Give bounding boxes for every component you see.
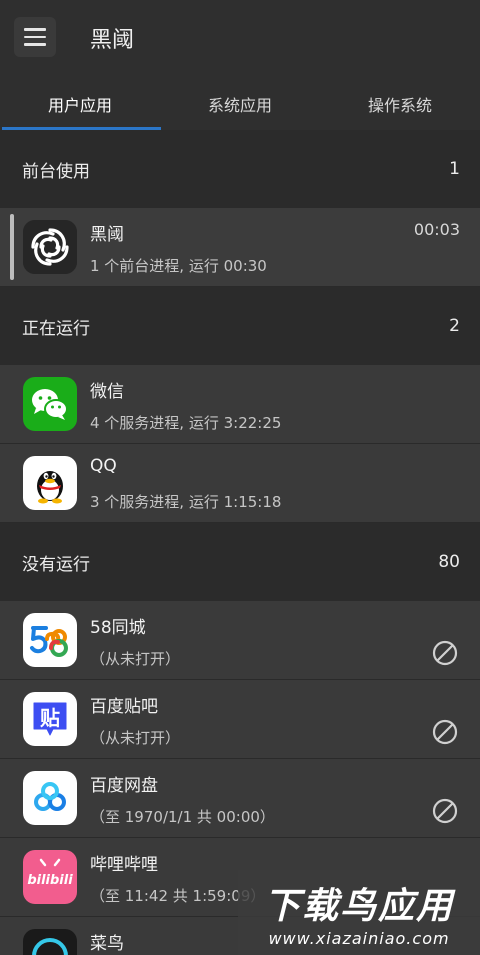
app-status: 3 个服务进程, 运行 1:15:18 bbox=[90, 493, 282, 511]
app-name: 菜鸟 bbox=[90, 934, 124, 954]
tab-bar: 用户应用 系统应用 操作系统 bbox=[0, 76, 480, 130]
app-name: 黑阈 bbox=[90, 225, 124, 245]
section-label: 正在运行 bbox=[22, 318, 90, 339]
app-row-wechat[interactable]: 微信 4 个服务进程, 运行 3:22:25 bbox=[0, 365, 480, 444]
app-name: 58同城 bbox=[90, 618, 146, 638]
disabled-block-icon[interactable] bbox=[432, 719, 458, 745]
app-toolbar: 黑阈 bbox=[0, 0, 480, 76]
section-header-running: 正在运行 2 bbox=[0, 287, 480, 365]
cainiao-icon bbox=[23, 929, 77, 955]
disabled-block-icon[interactable] bbox=[432, 798, 458, 824]
section-header-not-running: 没有运行 80 bbox=[0, 523, 480, 601]
app-name: 百度网盘 bbox=[90, 776, 158, 796]
hamburger-menu-icon[interactable] bbox=[14, 17, 56, 57]
section-count: 1 bbox=[449, 159, 460, 179]
app-row-heiyu[interactable]: 黑阈 00:03 1 个前台进程, 运行 00:30 bbox=[0, 208, 480, 287]
active-tab-indicator bbox=[2, 127, 161, 130]
netdisk-icon bbox=[23, 771, 77, 825]
tab-system-apps[interactable]: 系统应用 bbox=[160, 76, 320, 130]
58-logo-icon bbox=[23, 613, 77, 667]
svg-text:bilibili: bilibili bbox=[27, 873, 73, 888]
watermark-url: www.xiazainiao.com bbox=[268, 929, 450, 948]
qq-penguin-icon bbox=[23, 456, 77, 510]
section-label: 前台使用 bbox=[22, 161, 90, 182]
foreground-indicator bbox=[10, 214, 14, 280]
watermark-overlay: 下载鸟应用 www.xiazainiao.com bbox=[238, 870, 480, 955]
heiyu-swirl-icon bbox=[23, 220, 77, 274]
tab-user-apps[interactable]: 用户应用 bbox=[0, 76, 160, 130]
app-name: 微信 bbox=[90, 382, 124, 402]
disabled-block-icon[interactable] bbox=[432, 640, 458, 666]
watermark-text: 下载鸟应用 bbox=[263, 886, 454, 927]
tab-os[interactable]: 操作系统 bbox=[320, 76, 480, 130]
wechat-icon bbox=[23, 377, 77, 431]
tieba-icon: 贴 bbox=[23, 692, 77, 746]
app-status: （从未打开） bbox=[90, 650, 181, 668]
app-row-netdisk[interactable]: 百度网盘 （至 1970/1/1 共 00:00） bbox=[0, 759, 480, 838]
app-status: （从未打开） bbox=[90, 729, 181, 747]
app-name: 百度贴吧 bbox=[90, 697, 158, 717]
svg-text:贴: 贴 bbox=[40, 706, 60, 730]
app-row-qq[interactable]: QQ 3 个服务进程, 运行 1:15:18 bbox=[0, 444, 480, 523]
app-status: 4 个服务进程, 运行 3:22:25 bbox=[90, 414, 282, 432]
app-name: QQ bbox=[90, 456, 117, 476]
app-foreground-time: 00:03 bbox=[413, 220, 460, 239]
section-count: 2 bbox=[449, 316, 460, 336]
app-title: 黑阈 bbox=[90, 28, 135, 53]
section-label: 没有运行 bbox=[22, 554, 90, 575]
section-count: 80 bbox=[438, 552, 460, 572]
section-header-foreground: 前台使用 1 bbox=[0, 130, 480, 208]
app-row-58[interactable]: 58同城 （从未打开） bbox=[0, 601, 480, 680]
app-row-tieba[interactable]: 贴 百度贴吧 （从未打开） bbox=[0, 680, 480, 759]
app-status: 1 个前台进程, 运行 00:30 bbox=[90, 257, 267, 275]
app-name: 哔哩哔哩 bbox=[90, 855, 158, 875]
app-status: （至 1970/1/1 共 00:00） bbox=[90, 808, 275, 826]
bilibili-icon: bilibili bbox=[23, 850, 77, 904]
